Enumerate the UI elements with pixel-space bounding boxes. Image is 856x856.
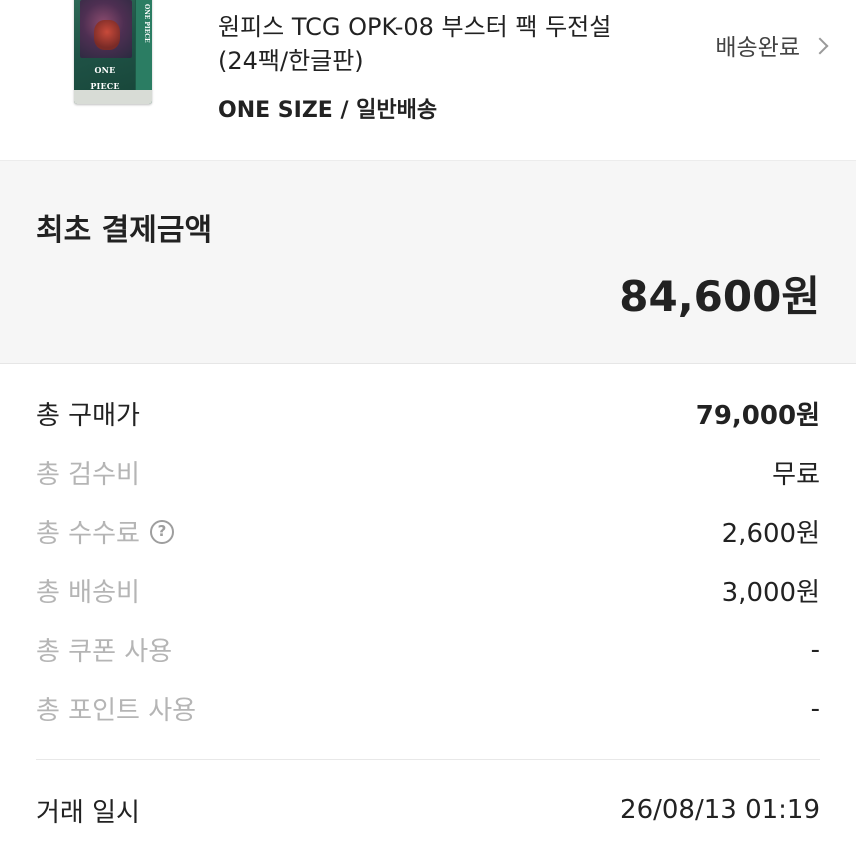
product-title: 원피스 TCG OPK-08 부스터 팩 두전설 (24팩/한글판) xyxy=(218,13,612,75)
breakdown-label: 총 수수료 xyxy=(36,519,140,549)
box-footer-strip xyxy=(74,90,152,104)
breakdown-row-commission: 총 수수료 ? 2,600원 xyxy=(36,502,820,561)
transaction-date-label: 거래 일시 xyxy=(36,797,140,828)
transaction-date-row: 거래 일시 26/08/13 01:19 xyxy=(36,780,820,840)
breakdown-value: 3,000원 xyxy=(721,578,820,608)
breakdown-label: 총 배송비 xyxy=(36,578,140,608)
breakdown-label: 총 쿠폰 사용 xyxy=(36,637,173,667)
breakdown-value: 2,600원 xyxy=(721,519,820,549)
breakdown-row-points: 총 포인트 사용 - xyxy=(36,679,820,738)
box-art-character xyxy=(94,20,120,50)
breakdown-row-shipping-fee: 총 배송비 3,000원 xyxy=(36,561,820,620)
breakdown-value: - xyxy=(810,634,820,665)
delivery-status-label: 배송완료 xyxy=(715,35,800,61)
transaction-date-value: 26/08/13 01:19 xyxy=(620,795,820,825)
breakdown-label-wrap: 총 수수료 ? xyxy=(36,513,174,550)
delivery-status-link[interactable]: 배송완료 xyxy=(715,28,829,62)
product-thumbnail: ONE PIECE ONE PIECE xyxy=(74,0,152,104)
box-side-logo: ONE PIECE xyxy=(143,4,150,43)
breakdown-label: 총 구매가 xyxy=(36,401,140,431)
breakdown-value: - xyxy=(810,693,820,724)
breakdown-value: 무료 xyxy=(772,460,820,490)
breakdown-label: 총 포인트 사용 xyxy=(36,696,197,726)
help-icon[interactable]: ? xyxy=(149,519,174,544)
breakdown-row-total-purchase: 총 구매가 79,000원 xyxy=(36,384,820,443)
initial-payment-label: 최초 결제금액 xyxy=(36,213,213,248)
breakdown-label: 총 검수비 xyxy=(36,460,140,490)
payment-breakdown: 총 구매가 79,000원 총 검수비 무료 총 수수료 ? 2,600원 총 … xyxy=(36,384,820,738)
breakdown-row-coupon: 총 쿠폰 사용 - xyxy=(36,620,820,679)
product-option: ONE SIZE / 일반배송 xyxy=(218,98,438,123)
breakdown-row-inspection-fee: 총 검수비 무료 xyxy=(36,443,820,502)
breakdown-value: 79,000원 xyxy=(695,401,820,431)
section-divider xyxy=(36,759,820,760)
order-detail-page: ONE PIECE ONE PIECE 원피스 TCG OPK-08 부스터 팩… xyxy=(0,0,856,856)
initial-payment-section: 최초 결제금액 84,600원 xyxy=(0,160,856,364)
chevron-right-icon xyxy=(811,37,829,55)
box-logo: ONE PIECE xyxy=(90,65,120,91)
product-summary[interactable]: ONE PIECE ONE PIECE 원피스 TCG OPK-08 부스터 팩… xyxy=(0,0,856,160)
initial-payment-amount: 84,600원 xyxy=(619,272,820,321)
